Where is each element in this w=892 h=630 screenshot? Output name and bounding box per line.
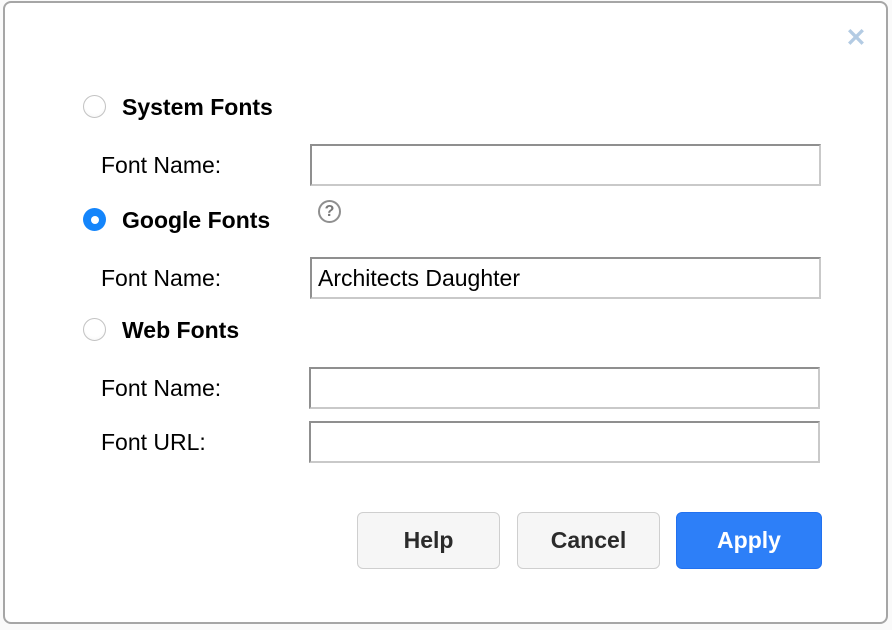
system-fonts-label: System Fonts [122,93,273,121]
google-fonts-radio[interactable] [83,208,106,231]
cancel-button[interactable]: Cancel [517,512,660,569]
web-font-url-label: Font URL: [101,421,206,463]
close-icon[interactable]: ✕ [841,23,871,53]
radio-dot [91,216,99,224]
google-font-name-label: Font Name: [101,257,221,299]
web-font-name-label: Font Name: [101,367,221,409]
system-font-name-label: Font Name: [101,144,221,186]
font-settings-dialog: ✕ System Fonts Font Name: Google Fonts ?… [3,1,888,624]
system-fonts-radio[interactable] [83,95,106,118]
google-font-name-input[interactable] [310,257,821,299]
web-fonts-label: Web Fonts [122,316,239,344]
web-fonts-radio[interactable] [83,318,106,341]
web-font-url-input[interactable] [309,421,820,463]
help-question-icon[interactable]: ? [318,200,341,223]
web-font-name-input[interactable] [309,367,820,409]
apply-button[interactable]: Apply [676,512,822,569]
google-fonts-label: Google Fonts [122,206,270,234]
system-font-name-input[interactable] [310,144,821,186]
help-button[interactable]: Help [357,512,500,569]
